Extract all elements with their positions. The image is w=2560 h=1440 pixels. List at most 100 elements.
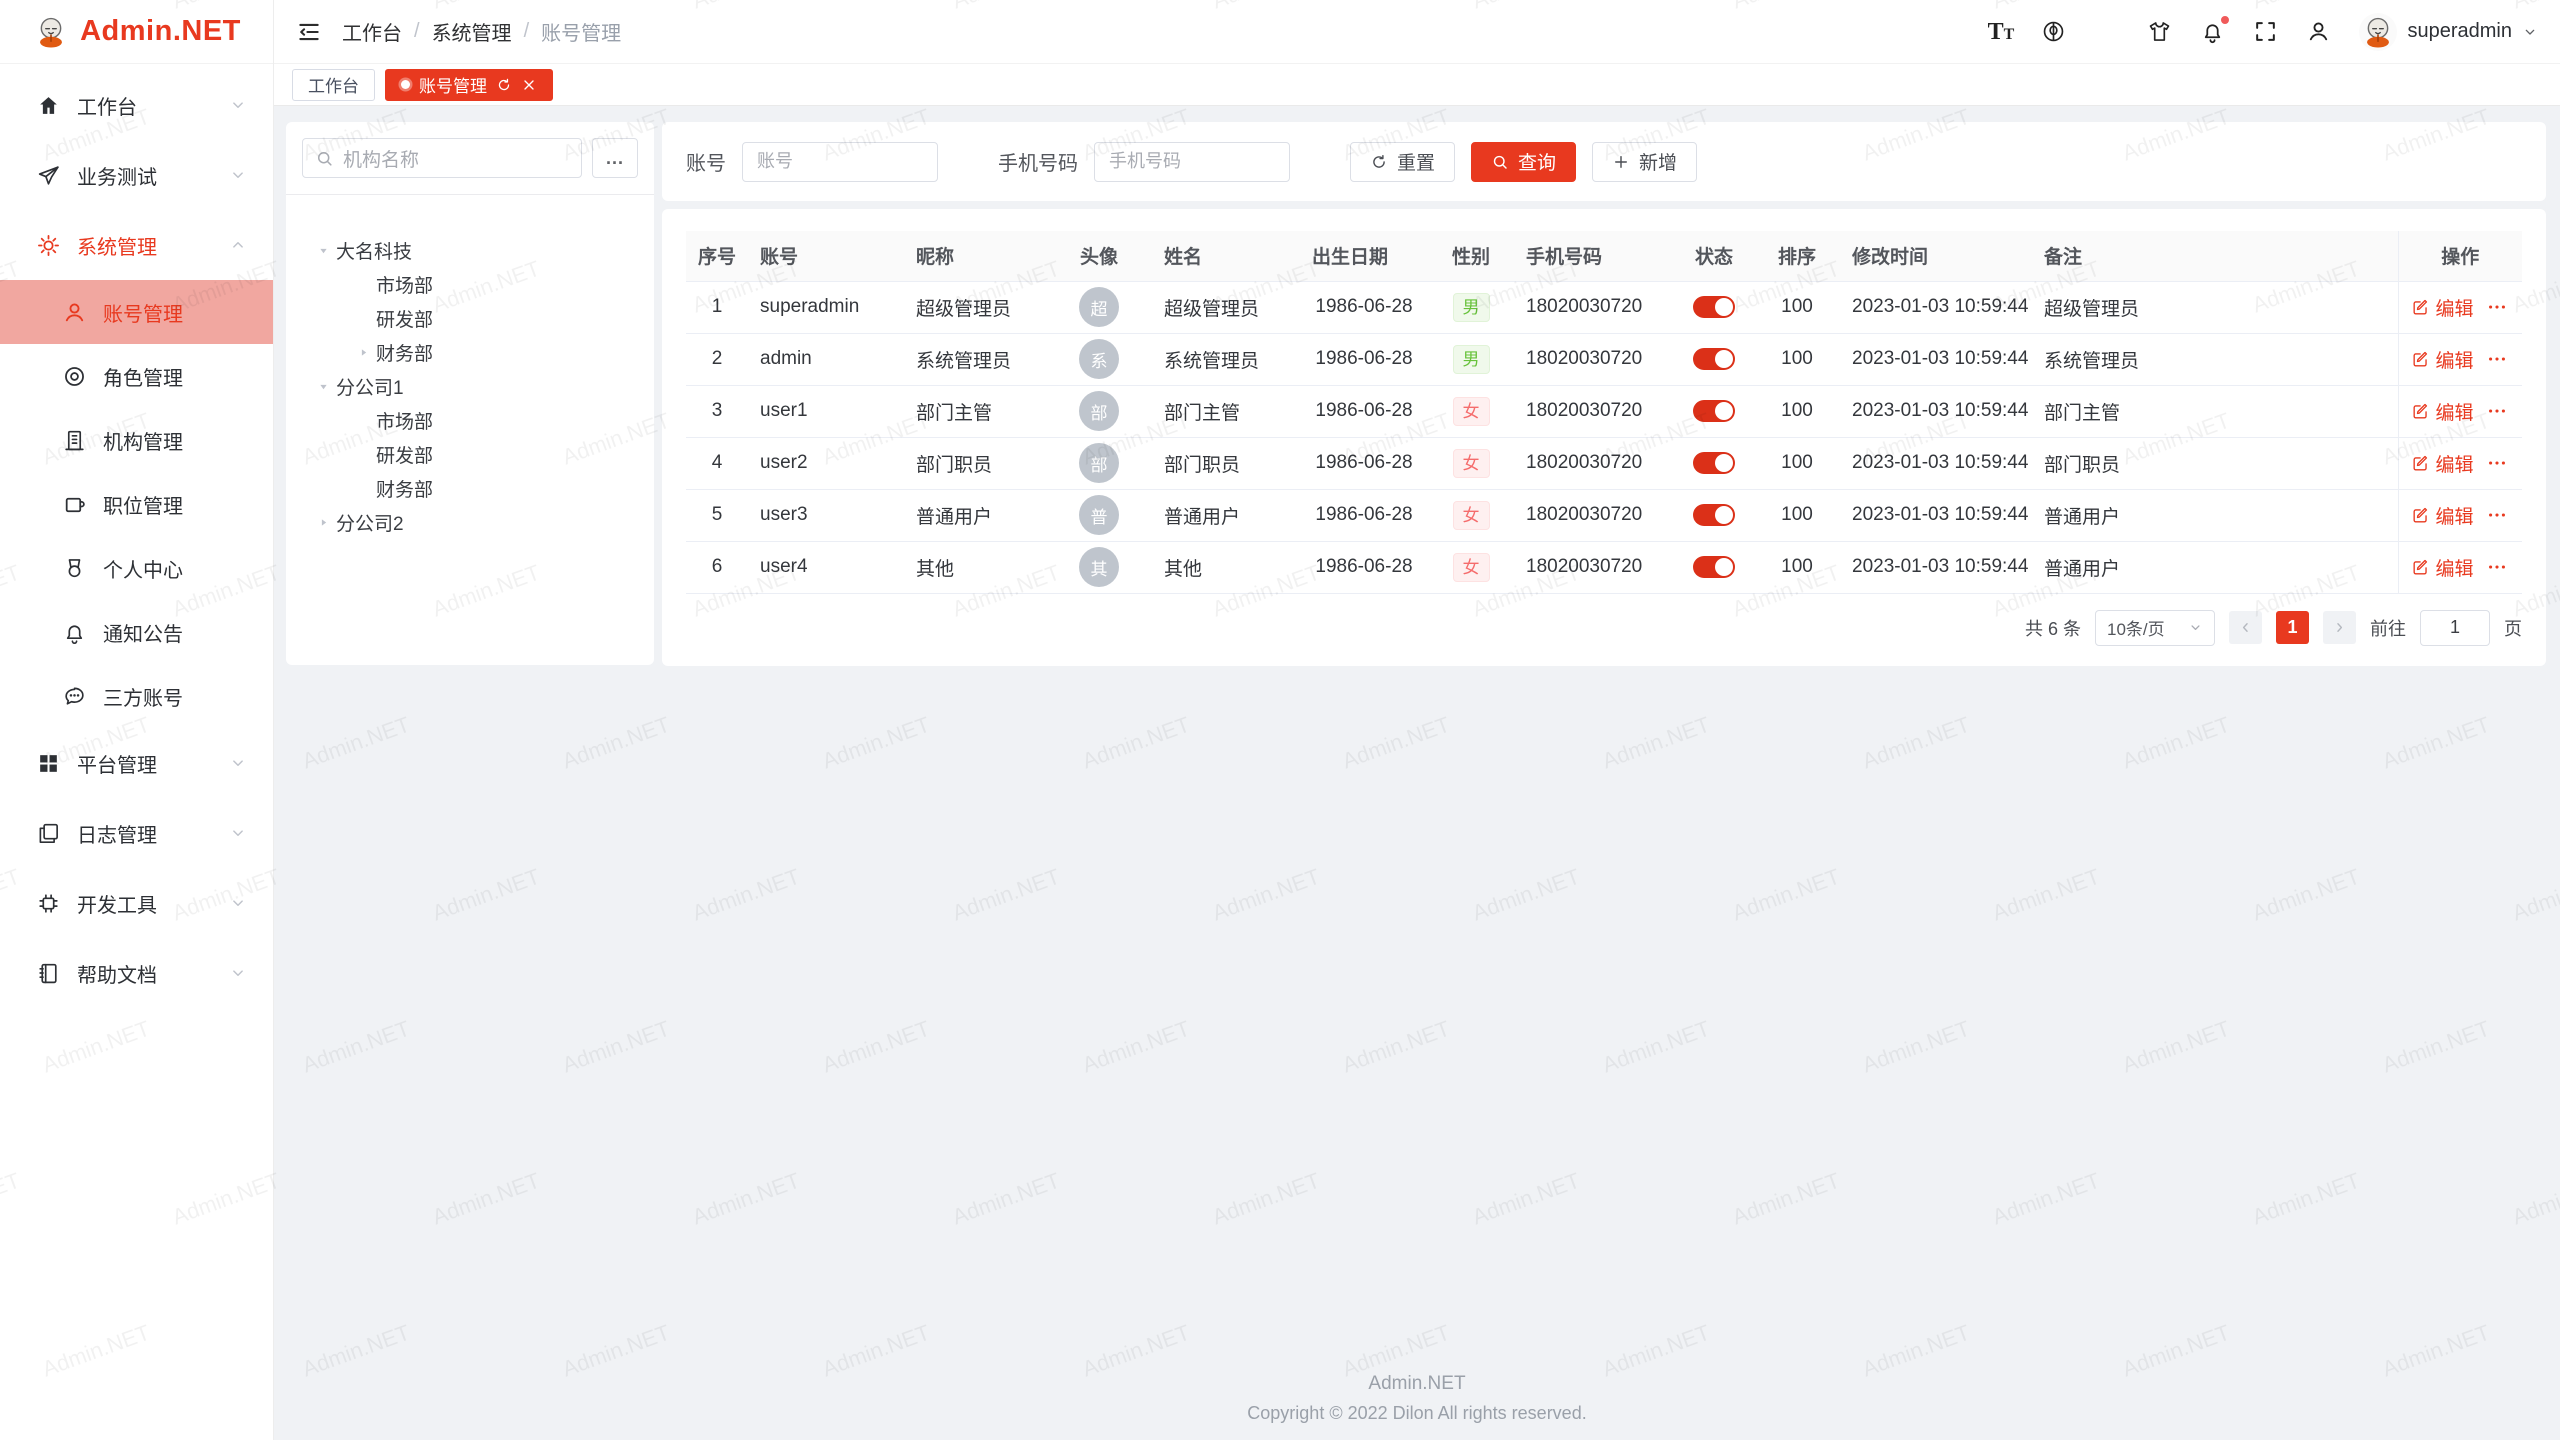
add-button[interactable]: 新增 [1592, 142, 1697, 182]
tree-node-1[interactable]: 市场部 [302, 267, 638, 301]
org-search-input[interactable]: 机构名称 [302, 138, 582, 178]
content: 机构名称 ... 大名科技市场部研发部财务部分公司1市场部研发部财务部分公司2 … [274, 106, 2560, 1440]
sidebar-item-label: 角色管理 [103, 362, 247, 391]
breadcrumb-item-system[interactable]: 系统管理 [432, 17, 512, 46]
global-search-icon[interactable] [2094, 19, 2119, 44]
cell-no: 1 [686, 281, 748, 333]
person-icon[interactable] [2306, 19, 2331, 44]
logo[interactable]: Admin.NET [0, 0, 273, 64]
row-more-button[interactable] [2486, 296, 2508, 318]
cell-sort: 100 [1754, 489, 1840, 541]
tree-node-7[interactable]: 财务部 [302, 471, 638, 505]
row-more-button[interactable] [2486, 348, 2508, 370]
pagination-goto-input[interactable] [2420, 610, 2490, 646]
pagination-next-button[interactable] [2323, 611, 2356, 644]
sidebar-item-0-home[interactable]: 工作台 [0, 70, 273, 140]
sidebar-item-12-devtools[interactable]: 开发工具 [0, 868, 273, 938]
sidebar-item-10-platform[interactable]: 平台管理 [0, 728, 273, 798]
pagination-page-1[interactable]: 1 [2276, 611, 2309, 644]
cell-operations: 编辑 [2398, 541, 2522, 593]
edit-button[interactable]: 编辑 [2411, 398, 2474, 425]
tree-node-3[interactable]: 财务部 [302, 335, 638, 369]
edit-icon [2411, 350, 2430, 369]
caret-down-icon[interactable] [310, 242, 336, 258]
cell-status [1674, 333, 1754, 385]
cell-avatar: 部 [1046, 437, 1152, 489]
status-toggle[interactable] [1693, 452, 1735, 474]
tab-close-icon[interactable] [521, 77, 537, 93]
pagination-prev-button[interactable] [2229, 611, 2262, 644]
phone-label: 手机号码 [998, 147, 1078, 176]
breadcrumb-item-workbench[interactable]: 工作台 [342, 17, 402, 46]
tree-node-8[interactable]: 分公司2 [302, 505, 638, 539]
status-toggle[interactable] [1693, 348, 1735, 370]
gender-tag: 女 [1453, 501, 1490, 530]
user-avatar [2359, 13, 2397, 51]
tree-node-2[interactable]: 研发部 [302, 301, 638, 335]
sidebar-item-4-role[interactable]: 角色管理 [0, 344, 273, 408]
sidebar-item-label: 日志管理 [77, 819, 229, 848]
edit-button[interactable]: 编辑 [2411, 554, 2474, 581]
cell-name: 部门主管 [1152, 385, 1300, 437]
tree-node-4[interactable]: 分公司1 [302, 369, 638, 403]
user-menu[interactable]: superadmin [2359, 13, 2538, 51]
tree-node-label: 市场部 [376, 407, 433, 434]
sidebar-item-6-position[interactable]: 职位管理 [0, 472, 273, 536]
sidebar-item-7-profile[interactable]: 个人中心 [0, 536, 273, 600]
cell-modified-time: 2023-01-03 10:59:44 [1840, 489, 2032, 541]
sidebar-item-3-user[interactable]: 账号管理 [0, 280, 273, 344]
cell-no: 2 [686, 333, 748, 385]
tree-node-0[interactable]: 大名科技 [302, 233, 638, 267]
sidebar-item-8-bell[interactable]: 通知公告 [0, 600, 273, 664]
cell-operations: 编辑 [2398, 489, 2522, 541]
row-more-button[interactable] [2486, 400, 2508, 422]
sidebar-item-5-org[interactable]: 机构管理 [0, 408, 273, 472]
gender-tag: 男 [1453, 293, 1490, 322]
edit-button[interactable]: 编辑 [2411, 294, 2474, 321]
row-more-button[interactable] [2486, 504, 2508, 526]
account-input[interactable] [742, 142, 938, 182]
phone-input[interactable] [1094, 142, 1290, 182]
avatar: 部 [1079, 391, 1119, 431]
fullscreen-icon[interactable] [2253, 19, 2278, 44]
sidebar-item-1-send[interactable]: 业务测试 [0, 140, 273, 210]
font-size-icon[interactable]: TT [1988, 19, 2013, 44]
query-button[interactable]: 查询 [1471, 142, 1576, 182]
status-toggle[interactable] [1693, 296, 1735, 318]
theme-icon[interactable] [2147, 19, 2172, 44]
edit-button[interactable]: 编辑 [2411, 450, 2474, 477]
caret-right-icon[interactable] [350, 344, 376, 360]
row-more-button[interactable] [2486, 556, 2508, 578]
avatar: 其 [1079, 547, 1119, 587]
tree-node-6[interactable]: 研发部 [302, 437, 638, 471]
main-area: 工作台 / 系统管理 / 账号管理 TT superadmin 工作台 [274, 0, 2560, 1440]
status-toggle[interactable] [1693, 400, 1735, 422]
sidebar-item-9-chat[interactable]: 三方账号 [0, 664, 273, 728]
caret-right-icon[interactable] [310, 514, 336, 530]
sidebar-item-2-gear[interactable]: 系统管理 [0, 210, 273, 280]
tab-refresh-icon[interactable] [496, 77, 512, 93]
cell-sort: 100 [1754, 385, 1840, 437]
tree-node-5[interactable]: 市场部 [302, 403, 638, 437]
notification-bell-icon[interactable] [2200, 19, 2225, 44]
sidebar-item-13-docs[interactable]: 帮助文档 [0, 938, 273, 1008]
tab-account-management[interactable]: 账号管理 [385, 69, 553, 101]
cell-modified-time: 2023-01-03 10:59:44 [1840, 437, 2032, 489]
page-size-select[interactable]: 10条/页 [2095, 610, 2215, 646]
edit-button[interactable]: 编辑 [2411, 502, 2474, 529]
tree-caret-placeholder [350, 412, 376, 428]
sidebar-item-11-logs[interactable]: 日志管理 [0, 798, 273, 868]
tab-workbench[interactable]: 工作台 [292, 69, 375, 101]
org-more-button[interactable]: ... [592, 138, 638, 178]
caret-down-icon[interactable] [310, 378, 336, 394]
sidebar-item-label: 帮助文档 [77, 959, 229, 988]
sidebar-collapse-icon[interactable] [296, 19, 322, 45]
language-icon[interactable] [2041, 19, 2066, 44]
row-more-button[interactable] [2486, 452, 2508, 474]
edit-button[interactable]: 编辑 [2411, 346, 2474, 373]
cell-status [1674, 541, 1754, 593]
reset-button[interactable]: 重置 [1350, 142, 1455, 182]
tree-node-label: 财务部 [376, 475, 433, 502]
status-toggle[interactable] [1693, 504, 1735, 526]
status-toggle[interactable] [1693, 556, 1735, 578]
